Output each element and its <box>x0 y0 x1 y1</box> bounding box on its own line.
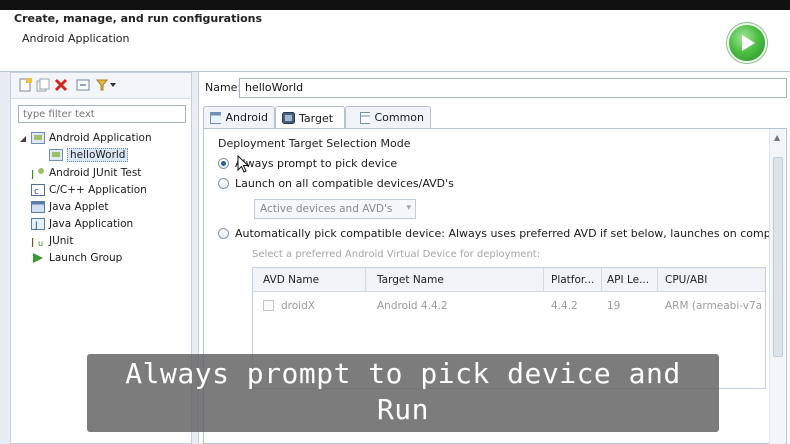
android-app-icon <box>31 131 45 144</box>
tree-item-java-applet[interactable]: Java Applet <box>31 198 109 215</box>
svg-text:J: J <box>31 168 34 179</box>
svg-text:c: c <box>34 187 39 196</box>
radio-label: Launch on all compatible devices/AVD's <box>235 177 454 190</box>
scrollbar-thumb[interactable] <box>773 157 783 357</box>
active-devices-select[interactable]: Active devices and AVD's ▾ <box>254 199 416 219</box>
tab-label: Common <box>374 111 424 124</box>
column-separator <box>543 268 544 292</box>
tree-item-label: Android JUnit Test <box>49 166 142 179</box>
radio-selected-icon <box>218 158 229 169</box>
video-caption: Always prompt to pick device and Run <box>87 354 719 432</box>
tree-item-label: JUnit <box>49 234 74 247</box>
caption-line-1: Always prompt to pick device and <box>125 357 681 390</box>
name-label: Name: <box>205 81 242 94</box>
tab-common[interactable]: Common <box>345 106 431 128</box>
tree-item-label: Java Applet <box>49 200 109 213</box>
radio-label: Always prompt to pick device <box>235 157 398 170</box>
tree-item-android-junit-test[interactable]: J Android JUnit Test <box>31 164 141 181</box>
tree-item-label: Launch Group <box>49 251 123 264</box>
android-tab-icon <box>210 111 222 124</box>
select-value: Active devices and AVD's <box>260 203 393 215</box>
vertical-scrollbar[interactable]: ▲ <box>769 129 785 444</box>
avd-table-hint: Select a preferred Android Virtual Devic… <box>252 249 541 260</box>
column-separator <box>657 268 658 292</box>
avd-checkbox[interactable] <box>263 300 274 311</box>
tab-target[interactable]: Target <box>275 106 345 129</box>
column-header-api-level[interactable]: API Le... <box>607 274 649 286</box>
svg-text:u: u <box>38 239 43 247</box>
tab-label: Target <box>299 111 334 125</box>
tree-item-label: Android Application <box>49 131 152 144</box>
tree-item-label: C/C++ Application <box>49 183 147 196</box>
scroll-up-icon[interactable]: ▲ <box>774 133 780 142</box>
duplicate-config-icon[interactable] <box>35 77 51 93</box>
mouse-cursor-icon <box>237 154 250 176</box>
cell-cpu-abi: ARM (armeabi-v7a <box>665 300 763 312</box>
cell-avd-name: droidX <box>281 300 315 312</box>
svg-text:J: J <box>31 236 34 247</box>
column-header-avd-name[interactable]: AVD Name <box>263 274 319 286</box>
config-toolbar <box>11 73 191 99</box>
common-tab-icon <box>360 111 371 124</box>
delete-config-icon[interactable] <box>53 77 69 93</box>
applet-icon <box>31 200 45 213</box>
window-top-bar <box>0 0 790 10</box>
column-header-platform[interactable]: Platfor... <box>551 274 594 286</box>
cell-target-name: Android 4.4.2 <box>377 300 448 312</box>
radio-unselected-icon <box>218 178 229 189</box>
tree-expanded-icon[interactable] <box>19 134 27 142</box>
tab-android[interactable]: Android <box>203 106 275 128</box>
junit-android-icon: J <box>31 167 44 179</box>
tree-item-label: Java Application <box>49 217 134 230</box>
caption-line-2: Run <box>376 393 430 426</box>
collapse-all-icon[interactable] <box>75 77 91 93</box>
dialog-header: Create, manage, and run configurations A… <box>0 10 790 72</box>
tree-item-c-cpp-application[interactable]: c C/C++ Application <box>31 181 147 198</box>
tree-item-java-application[interactable]: J Java Application <box>31 215 133 232</box>
avd-table-header: AVD Name Target Name Platfor... API Le..… <box>253 268 765 292</box>
tab-label: Android <box>225 111 268 124</box>
tree-item-launch-group[interactable]: Launch Group <box>31 249 122 266</box>
java-app-icon: J <box>31 217 45 230</box>
run-icon <box>727 23 767 63</box>
chevron-down-icon: ▾ <box>406 203 411 213</box>
tree-item-android-application[interactable]: Android Application <box>31 129 152 146</box>
radio-launch-all[interactable]: Launch on all compatible devices/AVD's <box>218 177 454 190</box>
cell-api-level: 19 <box>607 300 621 312</box>
name-field[interactable]: helloWorld <box>239 78 787 98</box>
radio-label: Automatically pick compatible device: Al… <box>235 227 785 240</box>
group-title: Deployment Target Selection Mode <box>218 137 411 150</box>
tree-item-helloworld[interactable]: helloWorld <box>49 146 129 163</box>
column-header-cpu-abi[interactable]: CPU/ABI <box>665 274 707 286</box>
launch-group-icon <box>33 252 43 263</box>
new-config-icon[interactable] <box>17 77 33 93</box>
c-app-icon: c <box>31 183 45 196</box>
filter-input[interactable] <box>18 105 186 123</box>
cell-platform: 4.4.2 <box>551 300 578 312</box>
target-tab-icon <box>282 112 295 124</box>
dialog-subtitle: Android Application <box>22 32 130 45</box>
column-header-target-name[interactable]: Target Name <box>377 274 444 286</box>
radio-unselected-icon <box>218 228 229 239</box>
radio-auto-pick[interactable]: Automatically pick compatible device: Al… <box>218 227 785 240</box>
column-separator <box>601 268 602 292</box>
junit-icon: Ju <box>31 236 43 247</box>
filter-config-icon[interactable] <box>95 77 116 93</box>
tree-item-junit[interactable]: Ju JUnit <box>31 232 73 249</box>
config-icon <box>49 148 63 161</box>
column-separator <box>365 268 366 292</box>
dialog-title: Create, manage, and run configurations <box>14 12 263 25</box>
tree-item-label: helloWorld <box>67 147 129 162</box>
svg-text:J: J <box>34 221 38 230</box>
